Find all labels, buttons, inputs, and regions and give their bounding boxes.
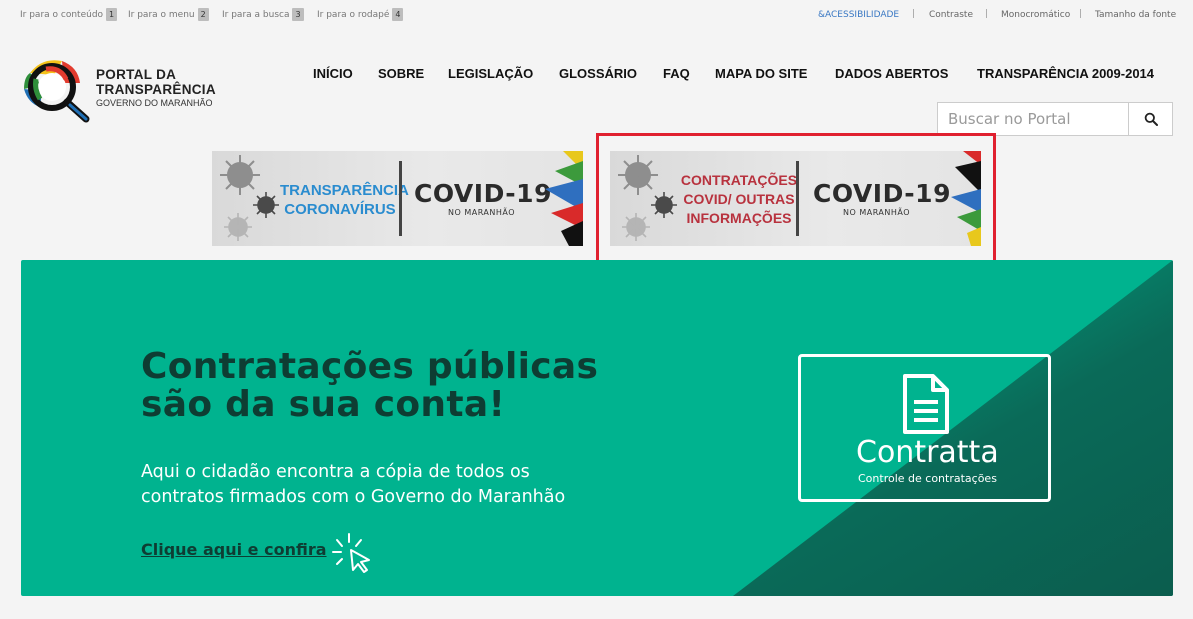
logo-line-3: GOVERNO DO MARANHÃO bbox=[96, 98, 213, 108]
nav-item-transparencia-2009-2014[interactable]: TRANSPARÊNCIA 2009-2014 bbox=[977, 66, 1154, 81]
divider bbox=[399, 161, 402, 236]
nav-item-mapa-do-site[interactable]: MAPA DO SITE bbox=[715, 66, 807, 81]
key-badge: 2 bbox=[197, 8, 209, 21]
font-size-link[interactable]: Tamanho da fonte bbox=[1095, 10, 1176, 20]
key-badge: 3 bbox=[292, 8, 304, 21]
document-icon bbox=[903, 374, 949, 434]
search-box bbox=[937, 102, 1173, 136]
portal-logo[interactable]: PORTAL DA TRANSPARÊNCIA GOVERNO DO MARAN… bbox=[20, 55, 220, 125]
nav-item-glossario[interactable]: GLOSSÁRIO bbox=[559, 66, 637, 81]
highlight-box bbox=[596, 133, 996, 264]
logo-line-2: TRANSPARÊNCIA bbox=[96, 82, 216, 97]
search-icon bbox=[1144, 112, 1158, 126]
logo-line-1: PORTAL DA bbox=[96, 67, 177, 82]
logo-text: PORTAL DA TRANSPARÊNCIA GOVERNO DO MARAN… bbox=[96, 67, 216, 109]
nav-item-legislacao[interactable]: LEGISLAÇÃO bbox=[448, 66, 533, 81]
separator: | bbox=[985, 9, 989, 19]
nav-item-dados-abertos[interactable]: DADOS ABERTOS bbox=[835, 66, 948, 81]
nav-item-sobre[interactable]: SOBRE bbox=[378, 66, 424, 81]
covid-title: COVID-19 bbox=[414, 179, 552, 208]
skip-to-menu-link[interactable]: Ir para o menu 2 bbox=[128, 8, 209, 21]
monochrome-link[interactable]: Monocromático bbox=[1001, 10, 1070, 20]
contratta-subtitle: Controle de contratações bbox=[858, 472, 997, 485]
skip-to-content-link[interactable]: Ir para o conteúdo 1 bbox=[20, 8, 118, 21]
hero-heading: Contratações públicas são da sua conta! bbox=[141, 346, 599, 425]
separator: | bbox=[1079, 9, 1083, 19]
cta-link[interactable]: Clique aqui e confira bbox=[141, 540, 327, 559]
key-badge: 4 bbox=[392, 8, 404, 21]
banner-title: TRANSPARÊNCIA CORONAVÍRUS bbox=[280, 182, 409, 218]
nav-item-faq[interactable]: FAQ bbox=[663, 66, 690, 81]
colored-brush-decoration bbox=[545, 151, 583, 246]
skip-to-search-link[interactable]: Ir para a busca 3 bbox=[222, 8, 304, 21]
hero-description: Aqui o cidadão encontra a cópia de todos… bbox=[141, 462, 566, 507]
search-button[interactable] bbox=[1128, 103, 1172, 135]
top-bar: Ir para o conteúdo 1 Ir para o menu 2 Ir… bbox=[0, 0, 1193, 30]
contratta-name: Contratta bbox=[856, 435, 999, 470]
hero-section: Contratações públicas são da sua conta! … bbox=[21, 260, 1173, 596]
nav-item-inicio[interactable]: INÍCIO bbox=[313, 66, 353, 81]
separator: | bbox=[912, 9, 916, 19]
pointer-click-icon bbox=[332, 533, 370, 573]
banner-transparencia-coronavirus[interactable]: TRANSPARÊNCIA CORONAVÍRUS COVID-19 NO MA… bbox=[212, 151, 583, 246]
accessibility-link[interactable]: &ACESSIBILIDADE bbox=[818, 10, 899, 20]
virus-icon bbox=[220, 155, 279, 241]
skip-to-footer-link[interactable]: Ir para o rodapé 4 bbox=[317, 8, 404, 21]
key-badge: 1 bbox=[106, 8, 118, 21]
covid-subtitle: NO MARANHÃO bbox=[448, 208, 516, 217]
contratta-card[interactable]: Contratta Controle de contratações bbox=[798, 354, 1051, 502]
magnifier-logo-icon bbox=[24, 60, 90, 123]
contrast-link[interactable]: Contraste bbox=[929, 10, 973, 20]
search-input[interactable] bbox=[938, 103, 1128, 135]
